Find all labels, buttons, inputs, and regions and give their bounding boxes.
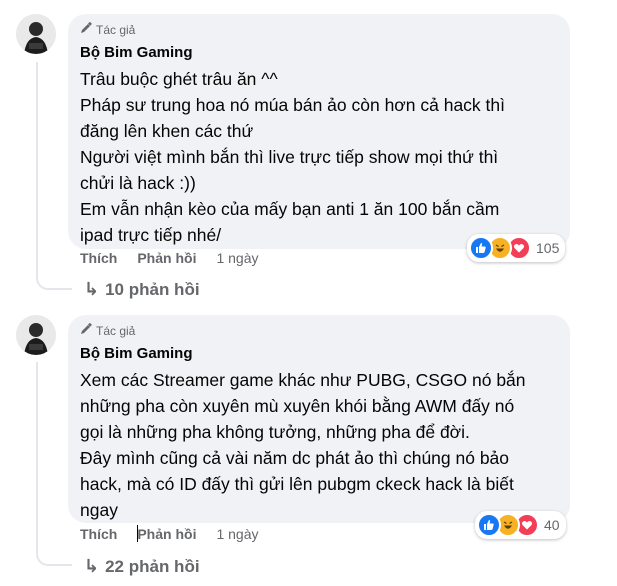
reply-button[interactable]: Phản hồi	[137, 250, 196, 266]
reaction-summary[interactable]: 105	[467, 234, 566, 262]
comment-line: gọi là những pha không tưởng, những pha …	[80, 422, 470, 442]
comment-line: Em vẫn nhận kèo của mấy bạn anti 1 ăn 10…	[80, 199, 500, 219]
view-replies-button[interactable]: ↳ 10 phản hồi	[84, 279, 200, 300]
comment-bubble: Tác giả Bộ Bim Gaming Xem các Streamer g…	[68, 315, 570, 523]
like-button[interactable]: Thích	[80, 526, 117, 542]
like-reaction-icon	[477, 513, 501, 537]
like-reaction-icon	[469, 236, 493, 260]
comment-line: hack, mà có ID đấy thì gửi lên pubgm cke…	[80, 474, 514, 494]
author-badge: Tác giả	[80, 322, 136, 338]
comment-line: Đây mình cũng cả vài năm dc phát ảo thì …	[80, 448, 510, 468]
comment-line: đăng lên khen các thứ	[80, 121, 254, 141]
thread-elbow	[36, 272, 72, 290]
view-replies-button[interactable]: ↳ 22 phản hồi	[84, 556, 200, 577]
avatar[interactable]	[16, 315, 56, 355]
reaction-count: 40	[544, 517, 560, 533]
avatar[interactable]	[16, 14, 56, 54]
author-badge: Tác giả	[80, 21, 136, 37]
comment-actions: Thích Phản hồi 1 ngày	[80, 250, 259, 266]
replies-count-label: 22 phản hồi	[105, 556, 200, 576]
timestamp[interactable]: 1 ngày	[216, 250, 258, 266]
author-badge-label: Tác giả	[96, 323, 136, 338]
thread-line	[36, 62, 38, 272]
comment-text: Xem các Streamer game khác như PUBG, CSG…	[80, 367, 550, 523]
reaction-count: 105	[536, 240, 560, 256]
thread-line	[36, 362, 38, 548]
comment-actions: Thích Phản hồi 1 ngày	[80, 526, 259, 542]
pencil-icon	[80, 322, 92, 338]
comment-bubble: Tác giả Bộ Bim Gaming Trâu buộc ghét trâ…	[68, 14, 570, 249]
comment-line: Pháp sư trung hoa nó múa bán ảo còn hơn …	[80, 95, 505, 115]
thread-elbow	[36, 548, 72, 566]
reply-button[interactable]: Phản hồi	[137, 526, 196, 542]
timestamp[interactable]: 1 ngày	[216, 526, 258, 542]
text-cursor	[137, 525, 138, 542]
comment-line: những pha còn xuyên mù xuyên khói bằng A…	[80, 396, 515, 416]
author-name[interactable]: Bộ Bim Gaming	[80, 345, 193, 362]
comment-text: Trâu buộc ghét trâu ăn ^^ Pháp sư trung …	[80, 66, 550, 248]
like-button[interactable]: Thích	[80, 250, 117, 266]
avatar-image	[16, 315, 56, 355]
reply-arrow-icon: ↳	[84, 556, 100, 576]
comment-line: Xem các Streamer game khác như PUBG, CSG…	[80, 370, 526, 390]
pencil-icon	[80, 21, 92, 37]
comment-line: Trâu buộc ghét trâu ăn ^^	[80, 69, 278, 89]
replies-count-label: 10 phản hồi	[105, 279, 200, 299]
avatar-image	[16, 14, 56, 54]
comment-line: chửi là hack :))	[80, 173, 196, 193]
reaction-summary[interactable]: 40	[475, 511, 566, 539]
comment-line: Người việt mình bắn thì live trực tiếp s…	[80, 147, 499, 167]
author-badge-label: Tác giả	[96, 22, 136, 37]
author-name[interactable]: Bộ Bim Gaming	[80, 44, 193, 61]
reply-arrow-icon: ↳	[84, 279, 100, 299]
